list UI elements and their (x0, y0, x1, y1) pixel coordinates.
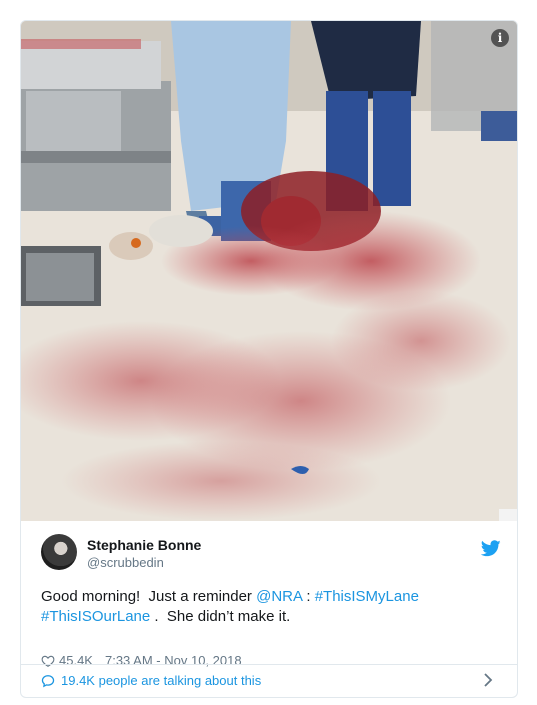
mention-link[interactable]: @NRA (256, 588, 302, 605)
chevron-right-icon[interactable] (483, 672, 493, 688)
avatar[interactable] (41, 534, 77, 570)
twitter-bird-icon[interactable] (481, 540, 501, 557)
tweet-text-part: : (302, 588, 315, 605)
author-handle[interactable]: @scrubbedin (87, 555, 164, 570)
author-name[interactable]: Stephanie Bonne (87, 537, 201, 553)
reply-bubble-icon (41, 674, 55, 687)
operating-room-photo (21, 21, 517, 521)
tweet-card[interactable]: i Stephanie Bonne @scrubbedin Good morni… (20, 20, 518, 698)
info-icon[interactable]: i (491, 29, 509, 47)
tweet-footer[interactable]: 19.4K people are talking about this (21, 664, 517, 697)
tweet-text-part: Good morning! Just a reminder (41, 588, 257, 605)
tweet-text: Good morning! Just a reminder @NRA : #Th… (41, 587, 501, 627)
conversation-link[interactable]: 19.4K people are talking about this (41, 673, 261, 688)
tweet-author[interactable]: Stephanie Bonne @scrubbedin (41, 534, 501, 574)
tweet-text-part: . She didn’t make it. (150, 608, 291, 625)
conversation-text[interactable]: 19.4K people are talking about this (61, 673, 261, 688)
hashtag-link[interactable]: #ThisISMyLane (315, 588, 419, 605)
tweet-photo[interactable]: i (21, 21, 517, 521)
hashtag-link[interactable]: #ThisISOurLane (41, 608, 150, 625)
